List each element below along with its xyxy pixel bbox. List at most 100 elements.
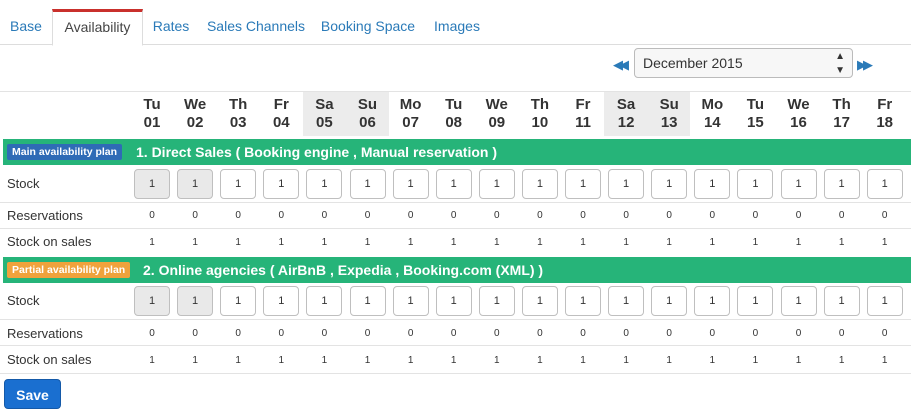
reservations-value: 0 [709, 328, 716, 339]
stock-on-sales-value: 1 [838, 355, 845, 366]
stock-input[interactable]: 1 [263, 169, 300, 199]
day-number: 17 [833, 114, 850, 131]
stock-input[interactable]: 1 [866, 286, 903, 316]
stock-input[interactable]: 1 [478, 286, 515, 316]
day-number: 01 [143, 114, 161, 131]
tab-availability[interactable]: Availability [52, 9, 143, 46]
stock-input[interactable]: 1 [478, 169, 515, 199]
stock-input[interactable]: 1 [220, 286, 257, 316]
stock-input[interactable]: 1 [780, 286, 817, 316]
tab-rates[interactable]: Rates [146, 9, 196, 45]
reservations-value: 0 [752, 210, 759, 221]
reservations-value: 0 [580, 328, 586, 339]
month-select[interactable]: December 2015 ▲ ▼ [634, 48, 853, 78]
reservations-value: 0 [580, 210, 586, 221]
stock-input[interactable]: 1 [780, 169, 817, 199]
row-label-reservations: Reservations [7, 208, 83, 223]
tab-base[interactable]: Base [3, 9, 49, 45]
stock-on-sales-value: 1 [364, 237, 371, 248]
stock-input[interactable]: 1 [349, 169, 386, 199]
stock-on-sales-value: 1 [623, 355, 629, 366]
stock-input[interactable]: 1 [392, 286, 429, 316]
stock-input[interactable]: 1 [823, 169, 860, 199]
stock-input[interactable]: 1 [823, 286, 860, 316]
reservations-value: 0 [537, 210, 543, 221]
plan-title-direct-sales: 1. Direct Sales ( Booking engine , Manua… [136, 144, 497, 160]
reservations-value: 0 [235, 328, 241, 339]
stock-on-sales-value: 1 [235, 355, 241, 366]
day-of-week: We [183, 96, 207, 113]
reservations-value: 0 [450, 328, 457, 339]
reservations-value: 0 [838, 328, 845, 339]
row-label-stock: Stock [7, 293, 40, 308]
stock-on-sales-value: 1 [407, 237, 414, 248]
stock-input[interactable]: 1 [521, 286, 558, 316]
stock-on-sales-value: 1 [494, 237, 500, 248]
stock-on-sales-value: 1 [494, 355, 500, 366]
day-header: Fr 11 [561, 96, 605, 132]
day-of-week: Mo [399, 96, 422, 113]
day-number: 07 [402, 114, 419, 131]
stock-input[interactable]: 1 [435, 169, 472, 199]
day-header: Fr 04 [259, 96, 303, 132]
stock-input[interactable]: 1 [435, 286, 472, 316]
grid-line [0, 373, 911, 374]
stock-on-sales-value: 1 [235, 237, 241, 248]
day-of-week: Tu [143, 96, 161, 113]
reservations-value: 0 [795, 328, 802, 339]
stock-input[interactable]: 1 [694, 169, 731, 199]
stock-input[interactable]: 1 [349, 286, 386, 316]
grid-line [0, 345, 911, 346]
tab-sales-channels[interactable]: Sales Channels [203, 9, 309, 45]
tab-bar: Base Availability Rates Sales Channels B… [0, 0, 911, 46]
day-header: Th 03 [216, 96, 260, 132]
stock-on-sales-value: 1 [795, 355, 802, 366]
double-chevron-right-icon[interactable]: ▶▶ [857, 57, 873, 73]
stock-on-sales-value: 1 [709, 237, 716, 248]
stock-on-sales-value: 1 [623, 237, 629, 248]
reservations-value: 0 [407, 328, 414, 339]
day-of-week: Su [659, 96, 679, 113]
reservations-value: 0 [666, 328, 672, 339]
plan-badge-main: Main availability plan [7, 144, 123, 160]
day-number: 12 [617, 114, 635, 131]
reservations-value: 0 [278, 210, 285, 221]
day-number: 05 [316, 114, 333, 131]
stock-input[interactable]: 1 [565, 169, 601, 199]
day-number: 03 [229, 114, 247, 131]
stock-input[interactable]: 1 [608, 286, 645, 316]
stock-input[interactable]: 1 [306, 286, 343, 316]
day-header: Su 06 [346, 96, 390, 132]
plan-title-online-agencies: 2. Online agencies ( AirBnB , Expedia , … [143, 262, 544, 278]
tab-images[interactable]: Images [428, 9, 486, 45]
stock-input[interactable]: 1 [651, 169, 688, 199]
stock-input[interactable]: 1 [392, 169, 429, 199]
tab-booking-space[interactable]: Booking Space [316, 9, 420, 45]
stock-on-sales-value: 1 [192, 237, 198, 248]
stock-input[interactable]: 1 [737, 286, 774, 316]
stock-on-sales-value: 1 [321, 237, 328, 248]
stock-input[interactable]: 1 [220, 169, 257, 199]
stock-input[interactable]: 1 [737, 169, 774, 199]
stock-on-sales-value: 1 [450, 355, 457, 366]
stock-input[interactable]: 1 [565, 286, 601, 316]
save-button[interactable]: Save [4, 379, 61, 409]
row-label-stock: Stock [7, 176, 40, 191]
stock-input[interactable]: 1 [263, 286, 300, 316]
day-of-week: Sa [315, 96, 334, 113]
day-header: Fr 18 [863, 96, 907, 132]
stock-input[interactable]: 1 [866, 169, 903, 199]
stock-input[interactable]: 1 [521, 169, 558, 199]
double-chevron-left-icon[interactable]: ◀◀ [613, 57, 629, 73]
stock-input[interactable]: 1 [608, 169, 645, 199]
day-number: 08 [445, 114, 463, 131]
reservations-value: 0 [623, 210, 629, 221]
month-select-value: December 2015 [643, 55, 743, 71]
stock-input[interactable]: 1 [651, 286, 688, 316]
stock-input[interactable]: 1 [306, 169, 343, 199]
reservations-value: 0 [838, 210, 845, 221]
day-number: 11 [575, 114, 591, 131]
reservations-value: 0 [494, 328, 500, 339]
stock-on-sales-value: 1 [752, 355, 759, 366]
stock-input[interactable]: 1 [694, 286, 731, 316]
